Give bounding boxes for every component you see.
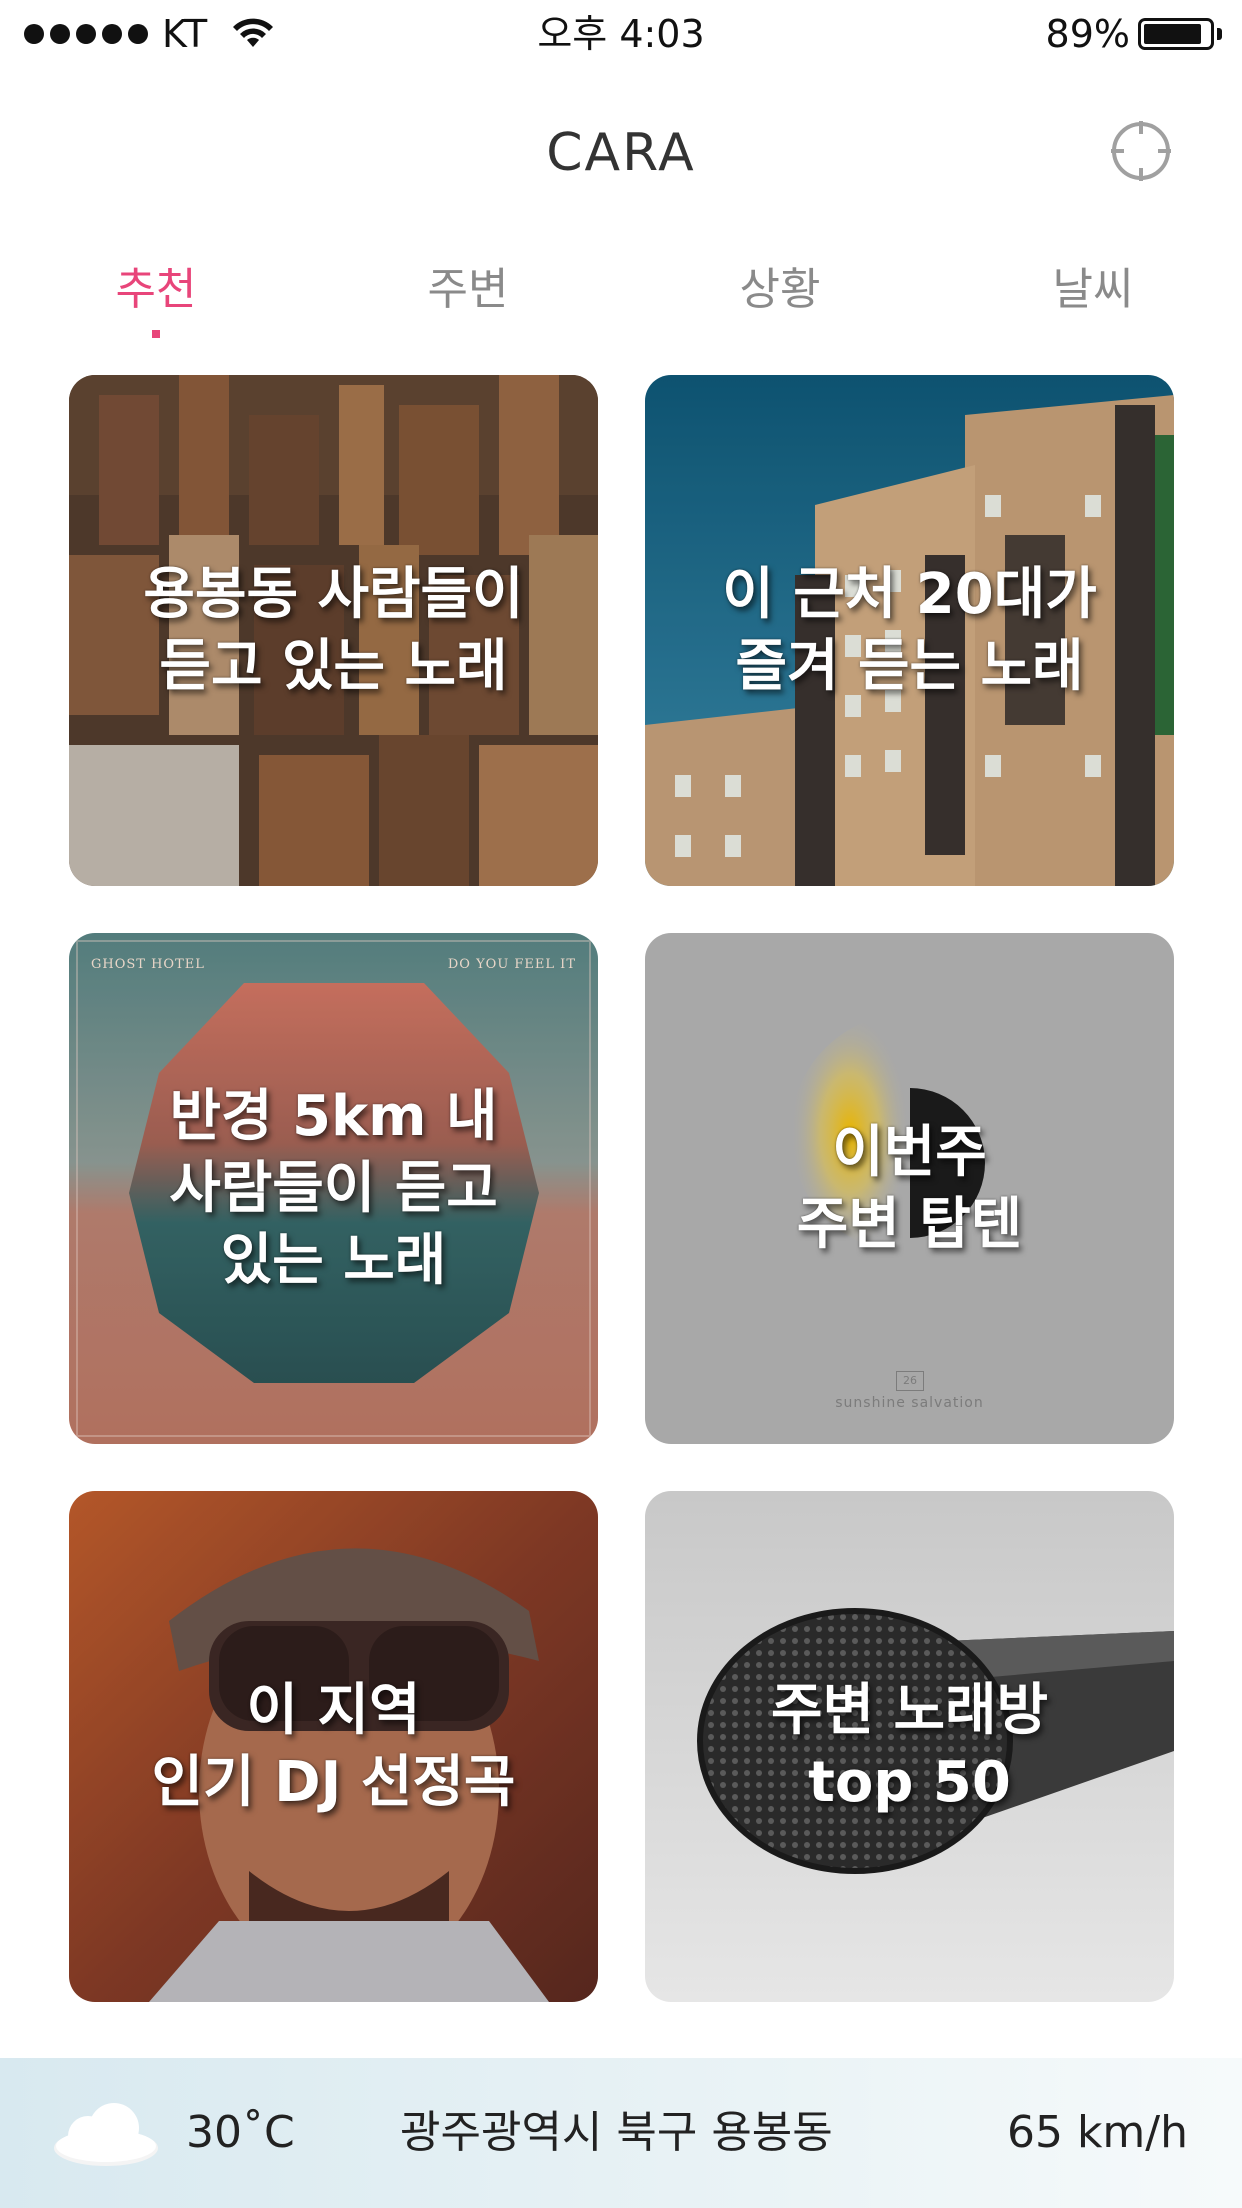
tab-label: 날씨 (1052, 264, 1134, 315)
tab-recommend[interactable]: 추천 (56, 250, 256, 338)
playlist-card[interactable]: 26 sunshine salvation 이번주 주변 탑텐 (645, 933, 1174, 1444)
temperature: 30˚C (186, 2107, 295, 2158)
current-location: 광주광역시 북구 용봉동 (400, 2107, 833, 2158)
cloud-icon (54, 2103, 158, 2166)
card-title: 이 지역 인기 DJ 선정곡 (151, 1677, 516, 1815)
tab-label: 추천 (115, 264, 197, 315)
info-bar: 30˚C 광주광역시 북구 용봉동 65 km/h (0, 2058, 1242, 2208)
card-title: 이 근처 20대가 즐겨 듣는 노래 (722, 561, 1097, 699)
tab-situation[interactable]: 상황 (680, 250, 880, 330)
tab-label: 상황 (739, 264, 821, 315)
battery-percentage: 89% (1045, 12, 1130, 56)
status-right: 89% (1046, 6, 1222, 62)
playlist-card[interactable]: 이 근처 20대가 즐겨 듣는 노래 (645, 375, 1174, 886)
battery-cap (1217, 28, 1222, 40)
category-tabs: 추천 주변 상황 날씨 (0, 250, 1242, 340)
card-title: 반경 5km 내 사람들이 듣고 있는 노래 (169, 1083, 498, 1293)
status-bar: KT 오후 4:03 89% (0, 0, 1242, 66)
playlist-card[interactable]: GHOST HOTEL DO YOU FEEL IT 반경 5km 내 사람들이… (69, 933, 598, 1444)
current-speed: 65 km/h (1006, 2107, 1188, 2158)
tab-label: 주변 (427, 264, 509, 315)
tab-weather[interactable]: 날씨 (993, 250, 1193, 330)
location-target-icon[interactable] (1109, 119, 1173, 183)
playlist-card[interactable]: 이 지역 인기 DJ 선정곡 (69, 1491, 598, 2002)
playlist-card[interactable]: 용봉동 사람들이 듣고 있는 노래 (69, 375, 598, 886)
battery-icon (1138, 18, 1214, 50)
card-title: 용봉동 사람들이 듣고 있는 노래 (143, 561, 524, 699)
card-title: 이번주 주변 탑텐 (796, 1119, 1023, 1257)
tab-nearby[interactable]: 주변 (368, 250, 568, 330)
card-title: 주변 노래방 top 50 (770, 1677, 1049, 1815)
app-title: CARA (546, 123, 696, 183)
active-tab-indicator (152, 330, 160, 338)
playlist-card[interactable]: 주변 노래방 top 50 (645, 1491, 1174, 2002)
battery-fill (1144, 24, 1201, 44)
